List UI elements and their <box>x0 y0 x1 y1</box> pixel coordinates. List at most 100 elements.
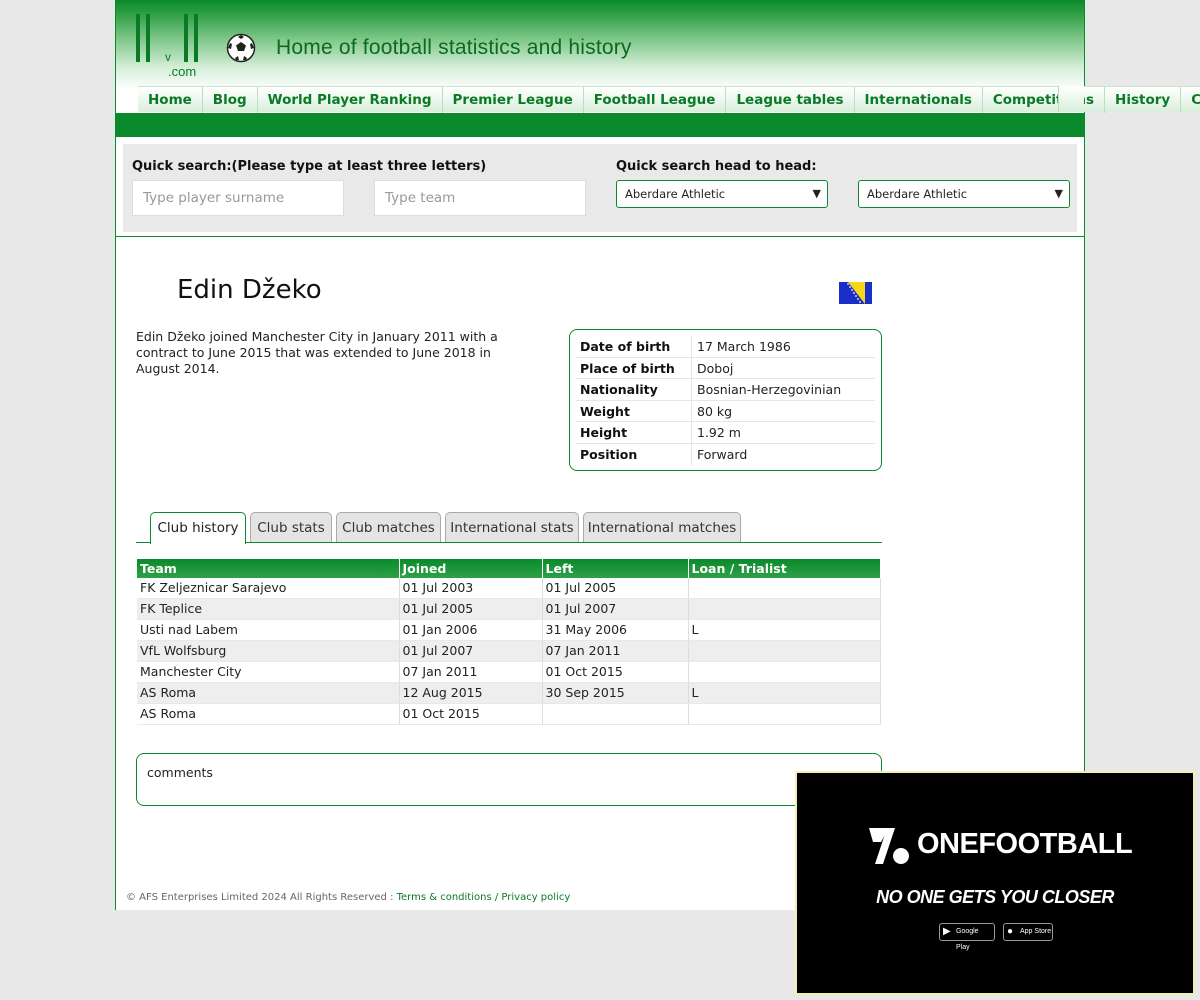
info-value: Bosnian-Herzegovinian <box>697 382 842 398</box>
quick-search-panel: Quick search:(Please type at least three… <box>123 144 1077 232</box>
loan-cell <box>688 578 881 600</box>
joined-cell: 12 Aug 2015 <box>399 682 543 705</box>
site-logo[interactable]: v .com <box>136 12 206 80</box>
column-header[interactable]: Joined <box>399 559 543 578</box>
h2h-team1-value: Aberdare Athletic <box>625 187 726 201</box>
player-search-input[interactable]: Type player surname <box>132 180 344 216</box>
terms-link[interactable]: Terms & conditions <box>397 892 492 903</box>
info-row: Position Forward <box>576 443 875 466</box>
h2h-team1-select[interactable]: Aberdare Athletic ▼ <box>616 180 828 208</box>
header-green-bar <box>116 113 1084 137</box>
player-info-box: Date of birth 17 March 1986 Place of birt… <box>569 329 882 471</box>
loan-cell: L <box>688 619 881 642</box>
info-key: Weight <box>576 400 692 422</box>
info-key: Date of birth <box>576 336 692 357</box>
nav-premier-league[interactable]: Premier League <box>441 87 583 113</box>
ad-slogan: NO ONE GETS YOU CLOSER <box>876 887 1114 907</box>
left-cell: 31 May 2006 <box>542 619 689 642</box>
player-tabs: Club history Club stats Club matches Int… <box>136 512 882 544</box>
h2h-team2-value: Aberdare Athletic <box>867 187 968 201</box>
team-cell[interactable]: VfL Wolfsburg <box>137 640 400 663</box>
apple-icon: ● <box>1007 926 1014 937</box>
footer-copyright: © AFS Enterprises Limited 2024 All Right… <box>126 892 397 903</box>
loan-cell <box>688 661 881 684</box>
info-key: Position <box>576 443 692 466</box>
info-row: Date of birth 17 March 1986 <box>576 336 875 358</box>
info-value: Doboj <box>697 360 734 376</box>
table-row: VfL Wolfsburg 01 Jul 2007 07 Jan 2011 <box>137 640 881 663</box>
joined-cell: 01 Jul 2007 <box>399 640 543 663</box>
info-key: Nationality <box>576 379 692 400</box>
left-cell: 01 Jul 2005 <box>542 578 689 600</box>
nav-home[interactable]: Home <box>138 87 202 113</box>
table-row: FK Teplice 01 Jul 2005 01 Jul 2007 <box>137 598 881 621</box>
info-row: Height 1.92 m <box>576 422 875 444</box>
left-cell: 01 Oct 2015 <box>542 661 689 684</box>
site-header: v .com Home of football statistics and h… <box>116 0 1200 113</box>
info-value: Forward <box>697 446 748 462</box>
team-cell[interactable]: FK Zeljeznicar Sarajevo <box>137 578 400 600</box>
tab-club-matches[interactable]: Club matches <box>336 512 441 542</box>
team-cell[interactable]: FK Teplice <box>137 598 400 621</box>
table-row: AS Roma 01 Oct 2015 <box>137 703 881 726</box>
info-row: Place of birth Doboj <box>576 357 875 380</box>
h2h-search-label: Quick search head to head: <box>616 159 817 174</box>
joined-cell: 07 Jan 2011 <box>399 661 543 684</box>
table-row: Usti nad Labem 01 Jan 2006 31 May 2006 L <box>137 619 881 642</box>
column-header[interactable]: Team <box>137 559 400 578</box>
column-header[interactable]: Left <box>542 559 689 578</box>
onefootball-logo-icon <box>869 828 909 864</box>
app-store-badge[interactable]: ● App Store <box>1003 923 1053 941</box>
team-cell[interactable]: Usti nad Labem <box>137 619 400 642</box>
privacy-link[interactable]: Privacy policy <box>501 892 570 903</box>
loan-cell <box>688 640 881 663</box>
info-row: Nationality Bosnian-Herzegovinian <box>576 379 875 401</box>
team-cell[interactable]: AS Roma <box>137 703 400 726</box>
nav-contact[interactable]: Contact <box>1180 87 1200 113</box>
h2h-team2-select[interactable]: Aberdare Athletic ▼ <box>858 180 1070 208</box>
nav-football-league[interactable]: Football League <box>582 87 726 113</box>
site-tagline: Home of football statistics and history <box>276 36 632 59</box>
info-value: 80 kg <box>697 403 733 419</box>
left-cell: 01 Jul 2007 <box>542 598 689 621</box>
tab-club-stats[interactable]: Club stats <box>250 512 332 542</box>
info-row: Weight 80 kg <box>576 400 875 423</box>
table-row: AS Roma 12 Aug 2015 30 Sep 2015 L <box>137 682 881 705</box>
info-value: 1.92 m <box>697 425 741 441</box>
table-row: FK Zeljeznicar Sarajevo 01 Jul 2003 01 Jul… <box>137 578 881 600</box>
team-search-input[interactable]: Type team <box>374 180 586 216</box>
tab-club-history[interactable]: Club history <box>150 512 246 544</box>
nav-world-player-ranking[interactable]: World Player Ranking <box>256 87 442 113</box>
app-store-label: App Store <box>1020 928 1052 935</box>
team-cell[interactable]: AS Roma <box>137 682 400 705</box>
joined-cell: 01 Oct 2015 <box>399 703 543 726</box>
ad-brand: ONEFOOTBALL <box>917 828 1133 860</box>
left-cell: 30 Sep 2015 <box>542 682 689 705</box>
club-history-table: Team Joined Left Loan / Trialist FK Zelj… <box>137 559 881 726</box>
nav-blog[interactable]: Blog <box>201 87 257 113</box>
left-cell: 07 Jan 2011 <box>542 640 689 663</box>
comments-label: comments <box>147 765 213 780</box>
quick-search-label: Quick search:(Please type at least three… <box>132 159 487 174</box>
table-row: Manchester City 07 Jan 2011 01 Oct 2015 <box>137 661 881 684</box>
nav-history[interactable]: History <box>1104 87 1180 113</box>
team-cell[interactable]: Manchester City <box>137 661 400 684</box>
player-name: Edin Džeko <box>177 275 322 305</box>
loan-cell <box>688 703 881 726</box>
nav-competitions[interactable]: Competitions <box>981 87 1104 113</box>
left-cell <box>542 703 689 726</box>
tab-international-matches[interactable]: International matches <box>583 512 741 542</box>
google-play-label: Google Play <box>956 928 979 951</box>
tab-international-stats[interactable]: International stats <box>445 512 579 542</box>
onefootball-ad[interactable]: ONEFOOTBALL NO ONE GETS YOU CLOSER ▶ Goo… <box>795 771 1195 995</box>
column-header[interactable]: Loan / Trialist <box>688 559 881 578</box>
comments-box[interactable]: comments <box>136 753 882 806</box>
nav-league-tables[interactable]: League tables <box>725 87 853 113</box>
joined-cell: 01 Jan 2006 <box>399 619 543 642</box>
nav-internationals[interactable]: Internationals <box>853 87 982 113</box>
football-icon <box>226 33 256 63</box>
info-key: Place of birth <box>576 357 692 379</box>
logo-com: .com <box>168 64 197 79</box>
player-bio: Edin Džeko joined Manchester City in Jan… <box>136 329 498 376</box>
google-play-badge[interactable]: ▶ Google Play <box>939 923 995 951</box>
